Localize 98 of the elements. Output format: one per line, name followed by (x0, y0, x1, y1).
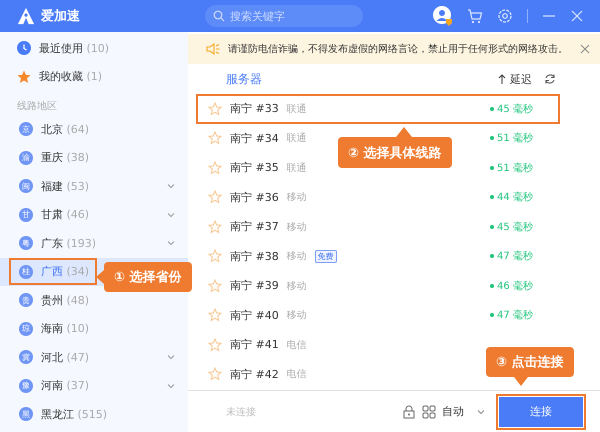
province-badge: 甘 (19, 208, 33, 222)
search-field[interactable]: 搜索关键字 (205, 5, 363, 27)
star-icon[interactable] (208, 249, 222, 264)
server-name: 南宁 #39 (230, 278, 279, 294)
sidebar-item[interactable]: 甘 甘肃 (46) (0, 200, 188, 229)
cart-icon[interactable] (467, 8, 483, 24)
sidebar-item[interactable]: 黑 黑龙江 (515) (0, 400, 188, 428)
latency-text: 44 毫秒 (497, 190, 533, 204)
star-icon[interactable] (208, 308, 222, 322)
province-badge: 闽 (19, 179, 33, 194)
connect-button[interactable]: 连接 (499, 396, 583, 426)
latency-text: 47 毫秒 (497, 308, 533, 322)
status-dot (490, 136, 494, 140)
lock-icon[interactable] (402, 404, 416, 418)
star-icon[interactable] (208, 367, 222, 382)
sidebar-item[interactable]: 最近使用 (10) (0, 34, 188, 62)
star-icon[interactable] (208, 338, 222, 352)
close-icon[interactable] (580, 44, 590, 54)
server-name: 南宁 #35 (230, 160, 279, 176)
mode-dropdown[interactable]: 自动 (442, 404, 464, 419)
isp-label: 移动 (286, 280, 307, 293)
callout-tooltip: ① 选择省份 (104, 262, 192, 292)
star-icon[interactable] (208, 278, 222, 293)
logo-icon (17, 7, 35, 25)
free-tag: 免费 (314, 250, 337, 263)
star-icon[interactable] (208, 102, 222, 116)
province-badge: 渝 (19, 150, 33, 165)
province-badge: 京 (19, 122, 33, 136)
server-name: 南宁 #33 (230, 101, 279, 116)
column-header[interactable]: 服务器 (226, 70, 262, 88)
latency-text: 47 毫秒 (497, 250, 533, 264)
isp-label: 电信 (286, 338, 307, 352)
latency-text: 51 毫秒 (497, 162, 533, 175)
latency-text: 46 毫秒 (497, 280, 533, 293)
sidebar-item[interactable]: 京 北京 (64) (0, 115, 188, 144)
callout-tooltip: ② 选择具体线路 (338, 137, 452, 168)
column-header[interactable]: 延迟 (510, 72, 532, 86)
tooltip-arrow (514, 377, 528, 386)
latency-text: 45 毫秒 (497, 102, 533, 116)
isp-label: 电信 (286, 368, 307, 382)
server-name: 南宁 #36 (230, 190, 279, 205)
clock-icon (17, 41, 31, 56)
sidebar-item[interactable]: 冀 河北 (47) (0, 343, 188, 372)
isp-label: 联通 (286, 102, 307, 116)
sidebar-item[interactable]: 粤 广东 (193) (0, 229, 188, 258)
province-badge: 贵 (19, 293, 33, 308)
sidebar-item[interactable]: 渝 重庆 (38) (0, 144, 188, 172)
star-icon[interactable] (208, 131, 222, 146)
isp-label: 移动 (286, 309, 307, 322)
status-dot (490, 166, 494, 170)
sidebar-item[interactable]: 豫 河南 (37) (0, 372, 188, 400)
star-icon[interactable] (208, 220, 222, 234)
server-name: 南宁 #37 (230, 219, 279, 234)
latency-text: 45 毫秒 (497, 220, 533, 234)
province-badge: 豫 (19, 378, 33, 393)
status-dot (490, 284, 494, 288)
isp-label: 移动 (286, 250, 307, 264)
server-name: 南宁 #41 (230, 337, 279, 352)
server-name: 南宁 #34 (230, 130, 279, 146)
status-dot (490, 224, 494, 229)
server-name: 南宁 #42 (230, 366, 279, 382)
status-dot (490, 106, 494, 111)
isp-label: 联通 (286, 162, 307, 175)
avatar-icon[interactable] (433, 6, 453, 26)
sidebar-item[interactable]: 闽 福建 (53) (0, 172, 188, 200)
province-badge: 粤 (19, 236, 33, 250)
status-dot (490, 313, 494, 318)
sidebar-item[interactable]: 琼 海南 (10) (0, 314, 188, 343)
star-icon (17, 70, 31, 84)
province-badge: 桂 (19, 264, 33, 279)
sidebar-item[interactable]: 我的收藏 (1) (0, 62, 188, 91)
section-heading: 线路地区 (16, 100, 58, 114)
server-name: 南宁 #40 (230, 308, 279, 323)
province-badge: 冀 (19, 350, 33, 364)
search-icon (213, 10, 225, 22)
settings-icon[interactable] (497, 8, 513, 24)
star-icon[interactable] (208, 190, 222, 204)
server-name: 南宁 #38 (230, 248, 279, 264)
isp-label: 移动 (286, 191, 307, 204)
latency-text: 51 毫秒 (497, 132, 533, 146)
status-dot (490, 254, 494, 258)
speaker-icon (206, 43, 220, 55)
isp-label: 移动 (286, 220, 307, 234)
province-badge: 黑 (19, 407, 33, 422)
callout-tooltip: ③ 点击连接 (486, 347, 574, 377)
sort-arrow-icon[interactable] (498, 74, 506, 84)
app-title: 爱加速 (41, 8, 81, 25)
province-badge: 琼 (19, 322, 33, 336)
refresh-icon[interactable] (544, 73, 556, 85)
tooltip-arrow (396, 127, 412, 137)
server-row[interactable]: 南宁 #33 联通 45 毫秒 (196, 94, 560, 124)
star-icon[interactable] (208, 160, 222, 175)
connection-status: 未连接 (226, 406, 256, 418)
tooltip-arrow (96, 270, 104, 284)
notice-text: 请谨防电信诈骗，不得发布虚假的网络言论，禁止用于任何形式的网络攻击。 (228, 42, 569, 56)
isp-label: 联通 (286, 132, 307, 146)
status-dot (490, 195, 494, 200)
grid-icon (422, 404, 436, 418)
